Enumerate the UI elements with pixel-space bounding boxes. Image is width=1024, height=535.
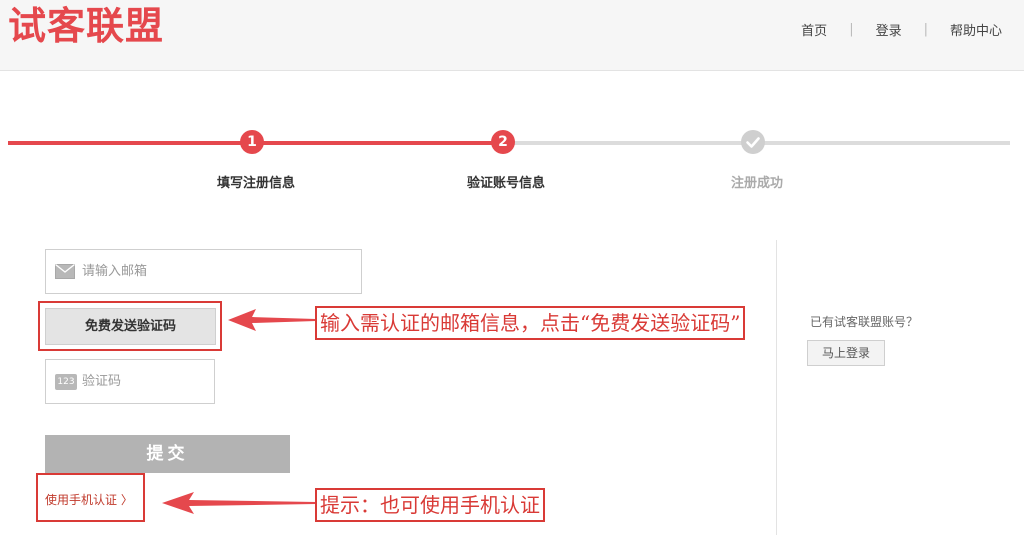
nav-separator: | bbox=[923, 22, 928, 37]
phone-verify-link[interactable]: 使用手机认证 〉 bbox=[45, 491, 133, 508]
nav-help-link[interactable]: 帮助中心 bbox=[950, 20, 1002, 39]
code-123-icon: 123 bbox=[55, 374, 77, 390]
nav-login-link[interactable]: 登录 bbox=[876, 20, 902, 39]
code-input[interactable] bbox=[82, 360, 207, 403]
envelope-icon bbox=[55, 263, 75, 283]
check-icon bbox=[746, 137, 760, 148]
login-now-button[interactable]: 马上登录 bbox=[807, 340, 885, 366]
step-1-badge: 1 bbox=[240, 130, 264, 154]
step-2-label: 验证账号信息 bbox=[467, 176, 546, 191]
arrow-left-icon bbox=[162, 492, 316, 514]
email-field bbox=[45, 249, 362, 294]
send-code-button[interactable]: 免费发送验证码 bbox=[45, 308, 216, 345]
vertical-divider bbox=[776, 240, 777, 535]
email-input[interactable] bbox=[82, 250, 352, 293]
step-3-badge bbox=[741, 130, 765, 154]
annotation-phone-tip: 提示：也可使用手机认证 bbox=[315, 488, 545, 522]
submit-button[interactable]: 提交 bbox=[45, 435, 290, 473]
annotation-send-tip: 输入需认证的邮箱信息，点击“免费发送验证码” bbox=[315, 306, 746, 340]
step-1-label: 填写注册信息 bbox=[217, 176, 296, 191]
nav-home-link[interactable]: 首页 bbox=[801, 20, 827, 39]
site-logo[interactable]: 试客联盟 bbox=[8, 2, 164, 50]
step-3-label: 注册成功 bbox=[731, 176, 784, 191]
code-field: 123 bbox=[45, 359, 215, 404]
site-header: 试客联盟 首页 | 登录 | 帮助中心 bbox=[0, 0, 1024, 71]
arrow-left-icon bbox=[228, 309, 316, 331]
step-2-badge: 2 bbox=[491, 130, 515, 154]
top-nav: 首页 | 登录 | 帮助中心 bbox=[801, 20, 1002, 39]
has-account-text: 已有试客联盟账号？ bbox=[810, 315, 919, 329]
nav-separator: | bbox=[849, 22, 854, 37]
